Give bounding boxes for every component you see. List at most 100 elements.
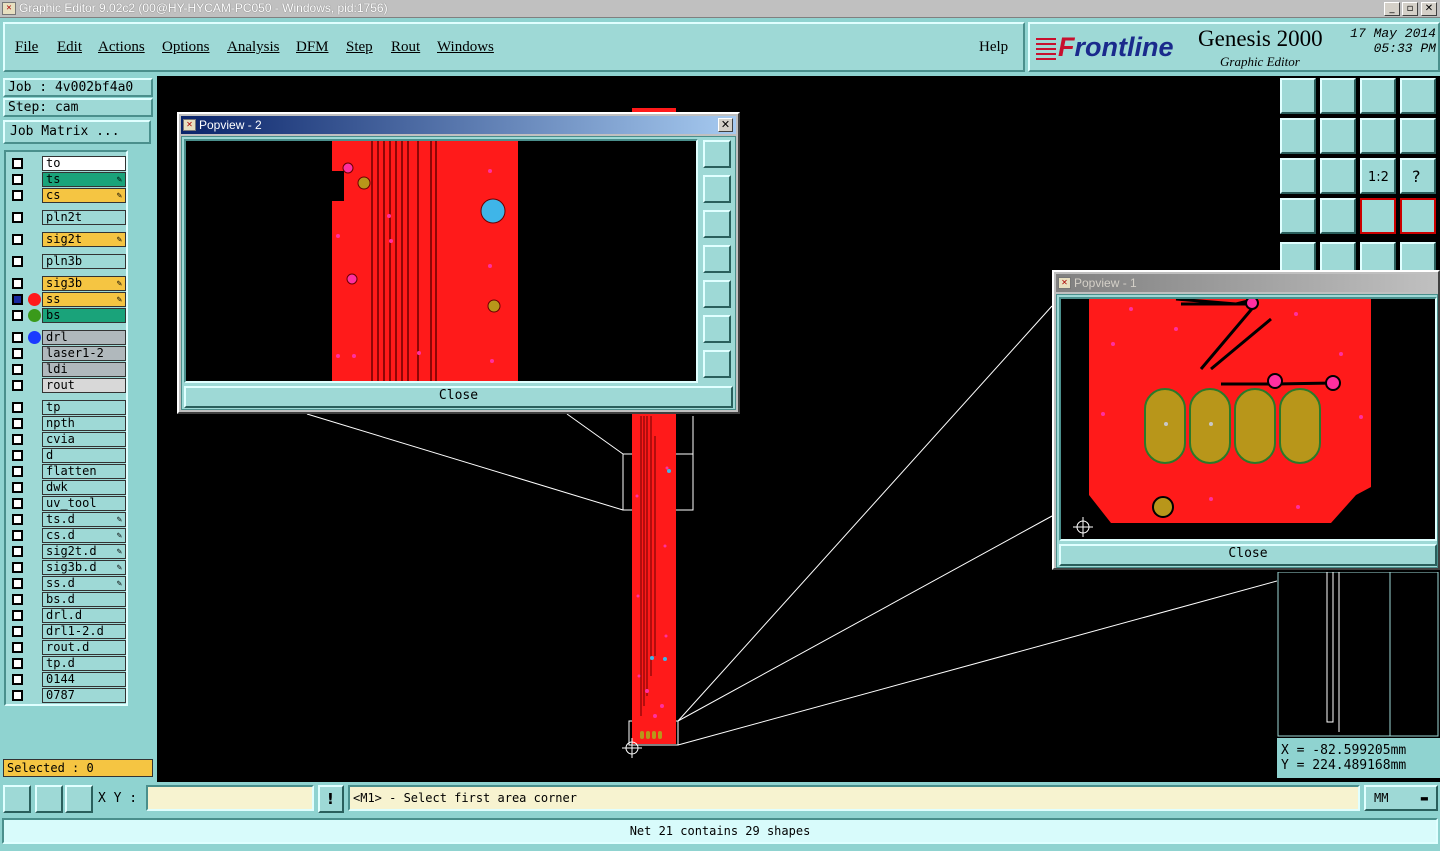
popview-1-close-button[interactable]: Close xyxy=(1059,544,1437,566)
layer-row[interactable]: ts.d ✎ xyxy=(8,512,126,527)
layer-name[interactable]: sig3b ✎ xyxy=(42,276,126,291)
redraw-icon[interactable] xyxy=(1400,118,1436,154)
layer-checkbox[interactable] xyxy=(12,610,23,621)
xy-input[interactable] xyxy=(146,785,314,811)
layer-name[interactable]: rout xyxy=(42,378,126,393)
layer-name[interactable]: cs.d ✎ xyxy=(42,528,126,543)
zoom-icon[interactable] xyxy=(1360,118,1396,154)
pan-down-icon[interactable] xyxy=(1320,78,1356,114)
layer-name[interactable]: dwk xyxy=(42,480,126,495)
layer-row[interactable]: bs xyxy=(8,308,126,323)
zoom-out-icon[interactable] xyxy=(703,350,731,378)
menu-help[interactable]: Help xyxy=(979,39,1008,56)
layer-checkbox[interactable] xyxy=(12,418,23,429)
layer-name[interactable]: 0144 xyxy=(42,672,126,687)
layer-name[interactable]: drl.d xyxy=(42,608,126,623)
pan-left-icon[interactable] xyxy=(703,245,731,273)
layer-checkbox[interactable] xyxy=(12,234,23,245)
pan-down-icon[interactable] xyxy=(703,210,731,238)
layer-name[interactable]: tp.d xyxy=(42,656,126,671)
layer-checkbox[interactable] xyxy=(12,450,23,461)
layer-row[interactable]: 0787 xyxy=(8,688,126,703)
layer-name[interactable]: flatten xyxy=(42,464,126,479)
menu-windows[interactable]: Windows xyxy=(437,39,494,56)
layer-checkbox[interactable] xyxy=(12,626,23,637)
net-icon[interactable] xyxy=(1360,198,1396,234)
layer-checkbox[interactable] xyxy=(12,212,23,223)
layer-row[interactable]: bs.d xyxy=(8,592,126,607)
layer-checkbox[interactable] xyxy=(12,658,23,669)
layer-name[interactable]: uv_tool xyxy=(42,496,126,511)
layer-row[interactable]: sig2t.d ✎ xyxy=(8,544,126,559)
layer-row[interactable]: cs ✎ xyxy=(8,188,126,203)
layer-checkbox[interactable] xyxy=(12,482,23,493)
layer-checkbox[interactable] xyxy=(12,594,23,605)
window-close-button[interactable]: ✕ xyxy=(1421,2,1437,16)
measure-line-icon[interactable] xyxy=(35,785,63,813)
menu-file[interactable]: File xyxy=(15,39,38,56)
layer-checkbox[interactable] xyxy=(12,546,23,557)
layer-checkbox[interactable] xyxy=(12,174,23,185)
layer-row[interactable]: ts ✎ xyxy=(8,172,126,187)
layer-checkbox[interactable] xyxy=(12,530,23,541)
layer-checkbox[interactable] xyxy=(12,332,23,343)
layer-row[interactable]: dwk xyxy=(8,480,126,495)
layer-name[interactable]: to xyxy=(42,156,126,171)
layer-checkbox[interactable] xyxy=(12,278,23,289)
layer-row[interactable]: uv_tool xyxy=(8,496,126,511)
zoom-in-icon[interactable] xyxy=(1280,158,1316,194)
window-icon[interactable] xyxy=(1400,78,1436,114)
layer-row[interactable]: npth xyxy=(8,416,126,431)
layer-name[interactable]: ss ✎ xyxy=(42,292,126,307)
units-select[interactable]: MM ▬ xyxy=(1364,785,1438,811)
alert-button[interactable]: ! xyxy=(318,785,344,813)
layer-checkbox[interactable] xyxy=(12,514,23,525)
layer-name[interactable]: drl1-2.d xyxy=(42,624,126,639)
layer-checkbox[interactable] xyxy=(12,674,23,685)
scale-icon[interactable]: 1:2 xyxy=(1360,158,1396,194)
menu-edit[interactable]: Edit xyxy=(57,39,82,56)
layer-row[interactable]: d xyxy=(8,448,126,463)
pan-right-icon[interactable] xyxy=(703,280,731,308)
layer-checkbox[interactable] xyxy=(12,690,23,701)
layer-name[interactable]: ts ✎ xyxy=(42,172,126,187)
layer-name[interactable]: tp xyxy=(42,400,126,415)
snap-grid-icon[interactable] xyxy=(65,785,93,813)
tools-icon[interactable] xyxy=(1280,198,1316,234)
net-select-icon[interactable] xyxy=(1400,198,1436,234)
layer-name[interactable]: drl xyxy=(42,330,126,345)
minimize-button[interactable]: _ xyxy=(1384,2,1400,16)
menu-dfm[interactable]: DFM xyxy=(296,39,329,56)
layer-name[interactable]: rout.d xyxy=(42,640,126,655)
layer-row[interactable]: drl xyxy=(8,330,126,345)
grid-icon[interactable] xyxy=(1320,198,1356,234)
layer-name[interactable]: pln3b xyxy=(42,254,126,269)
layer-name[interactable]: laser1-2 xyxy=(42,346,126,361)
layer-checkbox[interactable] xyxy=(12,158,23,169)
layer-checkbox[interactable] xyxy=(12,402,23,413)
layer-row[interactable]: tp.d xyxy=(8,656,126,671)
zoom-fit-icon[interactable] xyxy=(703,315,731,343)
home-icon[interactable] xyxy=(1360,78,1396,114)
layer-name[interactable]: ts.d ✎ xyxy=(42,512,126,527)
job-matrix-button[interactable]: Job Matrix ... xyxy=(3,120,151,144)
menu-options[interactable]: Options xyxy=(162,39,210,56)
layer-checkbox[interactable] xyxy=(12,190,23,201)
layer-checkbox[interactable] xyxy=(12,562,23,573)
layer-row[interactable]: rout.d xyxy=(8,640,126,655)
layer-name[interactable]: sig2t.d ✎ xyxy=(42,544,126,559)
layer-name[interactable]: sig2t ✎ xyxy=(42,232,126,247)
layer-checkbox[interactable] xyxy=(12,498,23,509)
layer-checkbox[interactable] xyxy=(12,348,23,359)
layer-row[interactable]: drl.d xyxy=(8,608,126,623)
layer-row[interactable]: sig3b ✎ xyxy=(8,276,126,291)
layer-name[interactable]: npth xyxy=(42,416,126,431)
popview-2-view[interactable] xyxy=(184,139,698,383)
layer-checkbox[interactable] xyxy=(12,380,23,391)
layer-row[interactable]: cs.d ✎ xyxy=(8,528,126,543)
layer-name[interactable]: d xyxy=(42,448,126,463)
layer-checkbox[interactable] xyxy=(12,294,23,305)
layer-row[interactable]: pln3b xyxy=(8,254,126,269)
pan-left-icon[interactable] xyxy=(1280,118,1316,154)
layer-checkbox[interactable] xyxy=(12,256,23,267)
